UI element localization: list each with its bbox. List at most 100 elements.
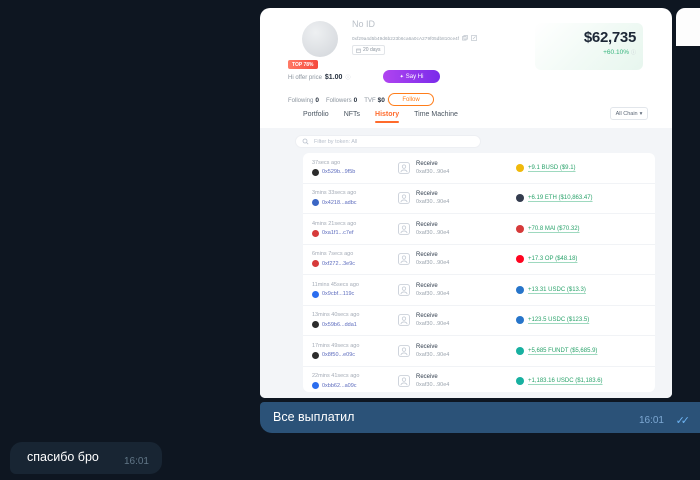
followers-count: 0 [353, 97, 358, 104]
tx-time: 11mins 45secs ago [312, 281, 359, 288]
chain-filter-dropdown[interactable]: All Chain ▾ [610, 107, 648, 120]
say-hi-button[interactable]: ✦ Say Hi [383, 70, 440, 83]
chain-icon [312, 351, 319, 359]
tx-amount-link[interactable]: +13.31 USDC ($13.3) [528, 287, 586, 293]
tx-amount-link[interactable]: +9.1 BUSD ($9.1) [528, 165, 576, 171]
chain-icon [312, 321, 319, 329]
tx-action: Receive [416, 221, 438, 228]
contract-person-icon [398, 222, 410, 235]
avatar [302, 21, 338, 57]
tx-counterparty: 0xaf30...90e4 [416, 382, 450, 389]
telegram-chat-window: No ID 0xf29a4d5b49d6b223b6ca6a0cA279f05d… [0, 0, 700, 480]
tvf-value: $0 [377, 97, 385, 104]
account-age-badge: 20 days [352, 45, 385, 55]
album-second-image[interactable] [676, 8, 700, 46]
attached-screenshot[interactable]: No ID 0xf29a4d5b49d6b223b6ca6a0cA279f05d… [260, 8, 672, 398]
message-text: Все выплатил [273, 410, 355, 424]
tx-hash-link[interactable]: 0xf272...3e9c [322, 261, 355, 267]
tx-time: 17mins 49secs ago [312, 342, 360, 349]
tx-time: 4mins 21secs ago [312, 220, 357, 227]
tx-hash-link[interactable]: 0x59b6...dda1 [322, 322, 357, 328]
follow-button[interactable]: Follow [388, 93, 434, 106]
history-row: 4mins 21secs ago 0xa1f1...c7ef Receive 0… [303, 214, 655, 245]
tx-counterparty: 0xaf30...90e4 [416, 229, 450, 236]
tab-time-machine[interactable]: Time Machine [414, 111, 458, 118]
token-filter-search[interactable] [295, 135, 481, 148]
history-row: 17mins 49secs ago 0x8f50...e09c Receive … [303, 336, 655, 367]
tx-amount-link[interactable]: +6.19 ETH ($10,863.47) [528, 195, 593, 201]
tx-action: Receive [416, 313, 438, 320]
tx-amount-link[interactable]: +70.8 MAI ($70.32) [528, 226, 580, 232]
balance-change: +60.10% [603, 49, 629, 56]
tx-hash-link[interactable]: 0xbb62...a09c [322, 383, 357, 389]
contract-person-icon [398, 375, 410, 388]
tx-amount-link[interactable]: +1,183.16 USDC ($1,183.6) [528, 378, 603, 384]
offer-label: Hi offer price [288, 74, 322, 81]
history-row: 13mins 40secs ago 0x59b6...dda1 Receive … [303, 306, 655, 336]
chain-icon [312, 229, 319, 237]
offer-value: $1.00 [324, 74, 343, 81]
tx-action: Receive [416, 282, 438, 289]
history-row: 6mins 7secs ago 0xf272...3e9c Receive 0x… [303, 245, 655, 275]
tx-counterparty: 0xaf30...90e4 [416, 168, 450, 175]
tx-amount-link[interactable]: +123.5 USDC ($123.5) [528, 317, 589, 323]
tx-hash-link[interactable]: 0xa1f1...c7ef [322, 230, 354, 236]
search-input[interactable] [312, 137, 474, 146]
tab-portfolio[interactable]: Portfolio [303, 111, 329, 118]
read-status-icon: ✓✓ [675, 414, 691, 427]
tx-amount-link[interactable]: +17.3 OP ($48.18) [528, 256, 577, 262]
search-icon [302, 138, 309, 145]
tx-time: 3mins 33secs ago [312, 190, 357, 197]
token-icon [516, 285, 524, 294]
tx-hash-link[interactable]: 0x529b...9f5b [322, 169, 355, 175]
copy-icon[interactable] [462, 35, 469, 41]
tab-nfts[interactable]: NFTs [344, 111, 360, 118]
profile-stats: Following0 Followers0 TVF$0ⓘ [288, 97, 392, 104]
rank-badge: TOP 78% [288, 60, 318, 69]
explorer-link-icon[interactable] [471, 35, 478, 41]
history-row: 22mins 41secs ago 0xbb62...a09c Receive … [303, 367, 655, 393]
tx-hash-link[interactable]: 0x9cbf...119c [322, 291, 354, 297]
tx-counterparty: 0xaf30...90e4 [416, 290, 450, 297]
token-icon [516, 194, 524, 203]
tx-action: Receive [416, 191, 438, 198]
message-time: 16:01 [638, 415, 664, 426]
profile-tabs: Portfolio NFTs History Time Machine [303, 111, 458, 123]
history-row: 3mins 33secs ago 0x4218...adbc Receive 0… [303, 184, 655, 214]
following-label: Following [288, 97, 314, 104]
token-icon [516, 377, 524, 386]
token-icon [516, 255, 524, 264]
history-row: 37secs ago 0x529b...9f5b Receive 0xaf30.… [303, 153, 655, 184]
history-table: 37secs ago 0x529b...9f5b Receive 0xaf30.… [303, 153, 655, 392]
tx-amount-link[interactable]: +5,685 FUNDT ($5,685.9) [528, 348, 597, 354]
contract-person-icon [398, 253, 410, 266]
tvf-label: TVF [364, 97, 376, 104]
tx-time: 37secs ago [312, 159, 341, 166]
history-rows: 37secs ago 0x529b...9f5b Receive 0xaf30.… [303, 153, 655, 392]
contract-person-icon [398, 344, 410, 357]
profile-name: No ID [352, 19, 376, 29]
balance-panel: $62,735 +60.10% ⓘ [535, 23, 643, 70]
tx-hash-link[interactable]: 0x8f50...e09c [322, 352, 355, 358]
tx-time: 22mins 41secs ago [312, 373, 360, 380]
chain-icon [312, 260, 319, 268]
chain-icon [312, 382, 319, 390]
message-time: 16:01 [123, 456, 149, 467]
history-panel: 37secs ago 0x529b...9f5b Receive 0xaf30.… [260, 128, 672, 398]
chain-icon [312, 290, 319, 298]
outgoing-message: Все выплатил 16:01 ✓✓ [260, 402, 700, 433]
token-icon [516, 163, 524, 172]
tx-action: Receive [416, 252, 438, 259]
tab-history[interactable]: History [375, 111, 400, 123]
sparkle-icon: ✦ [399, 73, 404, 80]
tx-action: Receive [416, 160, 438, 167]
token-icon [516, 346, 524, 355]
tx-hash-link[interactable]: 0x4218...adbc [322, 200, 357, 206]
tx-time: 13mins 40secs ago [312, 312, 360, 319]
chain-icon [312, 168, 319, 176]
tx-counterparty: 0xaf30...90e4 [416, 321, 450, 328]
total-balance: $62,735 [583, 29, 636, 46]
chain-icon [312, 199, 319, 207]
message-text: спасибо бро [27, 450, 99, 464]
tx-counterparty: 0xaf30...90e4 [416, 351, 450, 358]
